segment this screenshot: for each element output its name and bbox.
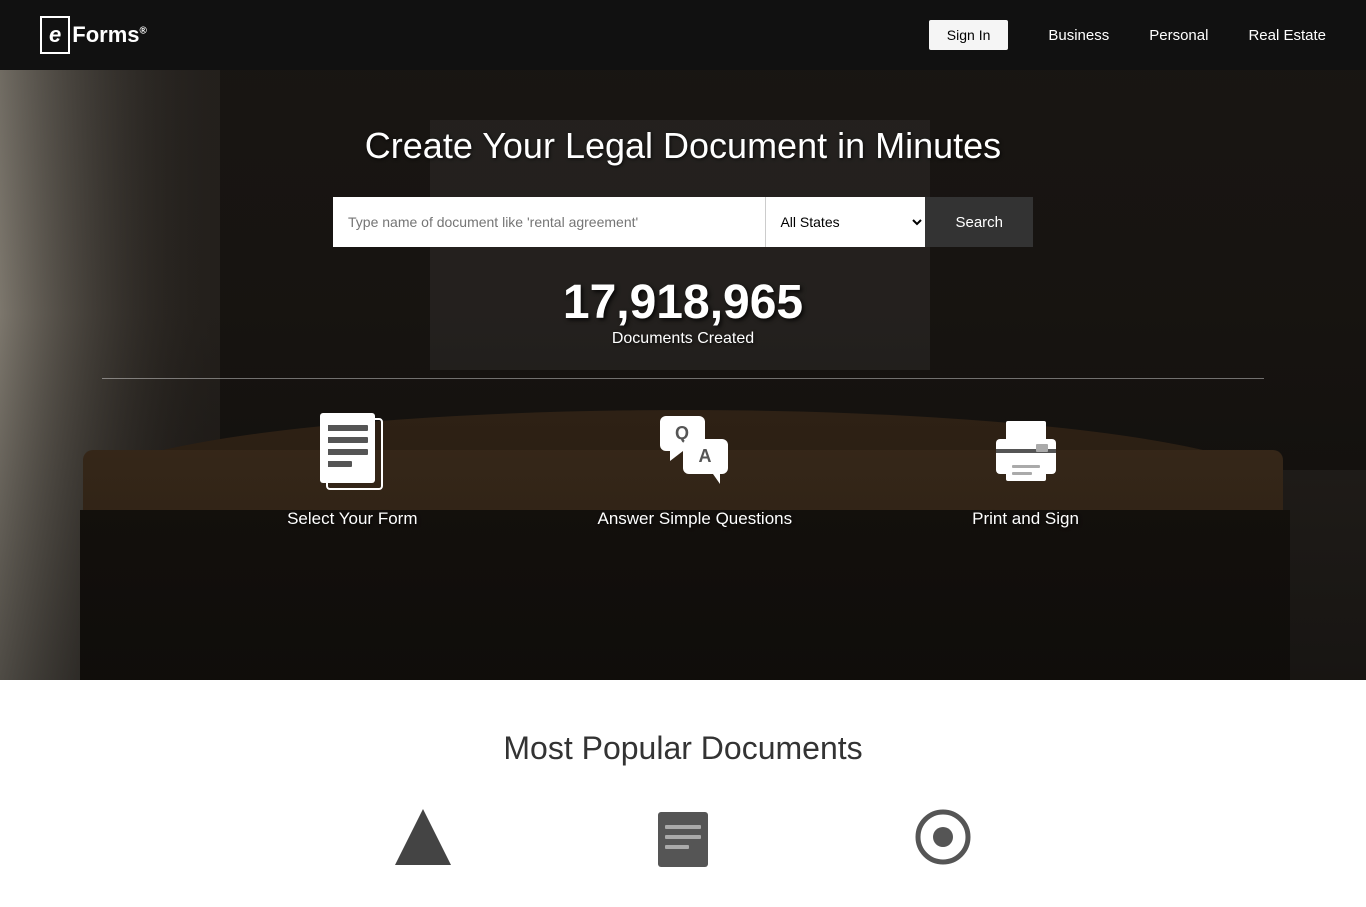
popular-doc-icon-2 — [653, 807, 713, 867]
logo-box: e — [40, 16, 70, 54]
step-print-sign-label: Print and Sign — [972, 509, 1079, 529]
step-select-form: Select Your Form — [287, 409, 417, 529]
steps-row: Select Your Form Q A Answer — [287, 409, 1079, 529]
count-number: 17,918,965 — [563, 277, 803, 330]
hero-title: Create Your Legal Document in Minutes — [365, 125, 1001, 167]
nav-personal[interactable]: Personal — [1149, 27, 1208, 44]
logo[interactable]: e Forms® — [40, 16, 147, 54]
form-icon-container — [310, 409, 395, 494]
popular-icon-2 — [653, 807, 713, 867]
search-bar: All States Alabama Alaska Arizona Califo… — [333, 197, 1033, 247]
step-answer-questions: Q A Answer Simple Questions — [597, 409, 792, 529]
qa-icon-container: Q A — [652, 409, 737, 494]
section-divider — [102, 378, 1263, 379]
site-header: e Forms® Sign In Business Personal Real … — [0, 0, 1366, 70]
popular-icons-row — [40, 807, 1326, 867]
nav-real-estate[interactable]: Real Estate — [1248, 27, 1326, 44]
svg-text:A: A — [698, 446, 711, 466]
popular-doc-icon-3 — [913, 807, 973, 867]
popular-title: Most Popular Documents — [40, 730, 1326, 767]
main-nav: Business Personal Real Estate — [1048, 27, 1326, 44]
form-icon — [315, 411, 390, 491]
step-print-sign: Print and Sign — [972, 409, 1079, 529]
logo-e-letter: e — [49, 22, 61, 47]
popular-doc-icon-1 — [393, 807, 453, 867]
popular-section: Most Popular Documents — [0, 680, 1366, 907]
header-right: Sign In Business Personal Real Estate — [929, 20, 1326, 50]
count-label: Documents Created — [563, 330, 803, 348]
logo-forms-text: Forms® — [72, 22, 147, 48]
nav-business[interactable]: Business — [1048, 27, 1109, 44]
popular-icon-3 — [913, 807, 973, 867]
hero-content: Create Your Legal Document in Minutes Al… — [0, 70, 1366, 529]
search-button[interactable]: Search — [925, 197, 1033, 247]
qa-icon: Q A — [655, 411, 735, 491]
print-icon — [986, 411, 1066, 491]
search-input[interactable] — [333, 197, 765, 247]
sign-in-button[interactable]: Sign In — [929, 20, 1009, 50]
state-select[interactable]: All States Alabama Alaska Arizona Califo… — [765, 197, 925, 247]
popular-icon-1 — [393, 807, 453, 867]
documents-count: 17,918,965 Documents Created — [563, 277, 803, 348]
step-select-form-label: Select Your Form — [287, 509, 417, 529]
hero-section: Create Your Legal Document in Minutes Al… — [0, 70, 1366, 680]
print-icon-container — [983, 409, 1068, 494]
step-answer-questions-label: Answer Simple Questions — [597, 509, 792, 529]
